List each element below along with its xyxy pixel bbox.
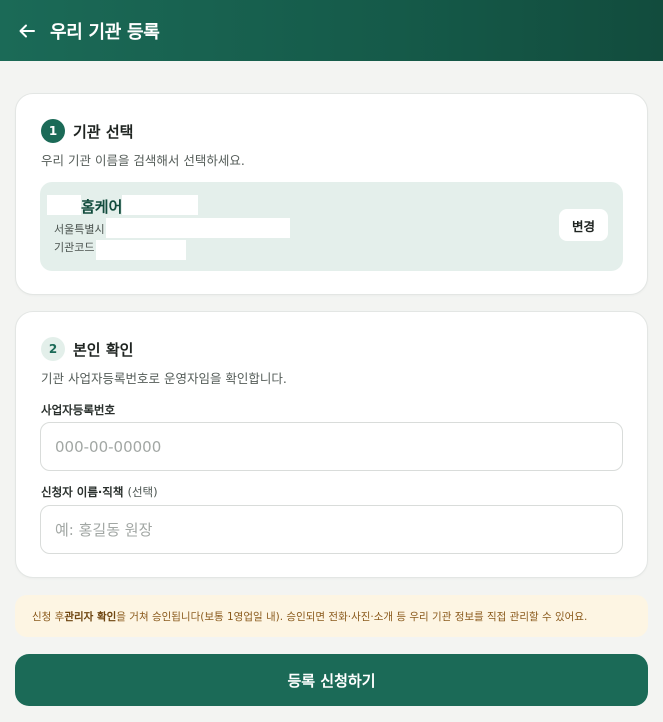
notice-emphasis: 관리자 확인 <box>64 610 117 623</box>
submit-registration-button[interactable]: 등록 신청하기 <box>15 654 648 706</box>
organization-code-label: 기관코드 <box>54 241 95 254</box>
notice-prefix: 신청 후 <box>32 610 65 623</box>
step1-number-badge: 1 <box>41 119 65 143</box>
biz-number-input[interactable] <box>40 422 623 471</box>
applicant-label: 신청자 이름·직책 (선택) <box>41 484 158 500</box>
page-title: 우리 기관 등록 <box>50 21 160 43</box>
notice-suffix: 을 거쳐 승인됩니다(보통 1영업일 내). 승인되면 전화·사진·소개 등 우… <box>116 610 588 623</box>
step1-card: 1 기관 선택 우리 기관 이름을 검색해서 선택하세요. 홈케어 서울특별시 … <box>15 93 648 295</box>
applicant-name-input[interactable] <box>40 505 623 554</box>
applicant-label-text: 신청자 이름·직책 <box>41 485 124 499</box>
step2-card: 2 본인 확인 기관 사업자등록번호로 운영자임을 확인합니다. 사업자등록번호… <box>15 311 648 578</box>
redacted-mask <box>47 195 81 215</box>
step2-number-badge: 2 <box>41 337 65 361</box>
back-button[interactable] <box>16 20 38 42</box>
step2-title: 본인 확인 <box>73 340 134 359</box>
applicant-optional-tag: (선택) <box>127 485 158 499</box>
step1-header: 1 기관 선택 <box>41 119 133 143</box>
step1-description: 우리 기관 이름을 검색해서 선택하세요. <box>41 153 245 168</box>
redacted-mask <box>106 218 290 238</box>
organization-address: 서울특별시 <box>54 223 105 236</box>
app-header: 우리 기관 등록 <box>0 0 663 61</box>
biz-number-label: 사업자등록번호 <box>41 403 116 417</box>
redacted-mask <box>122 195 198 215</box>
step2-description: 기관 사업자등록번호로 운영자임을 확인합니다. <box>41 371 287 386</box>
step1-title: 기관 선택 <box>73 122 134 141</box>
change-organization-button[interactable]: 변경 <box>559 209 608 241</box>
approval-notice: 신청 후 관리자 확인 을 거쳐 승인됩니다(보통 1영업일 내). 승인되면 전… <box>15 595 648 637</box>
redacted-mask <box>96 240 186 260</box>
step2-header: 2 본인 확인 <box>41 337 133 361</box>
arrow-left-icon <box>19 24 35 37</box>
selected-organization: 홈케어 서울특별시 기관코드 변경 <box>40 182 623 271</box>
organization-name: 홈케어 <box>81 198 123 216</box>
